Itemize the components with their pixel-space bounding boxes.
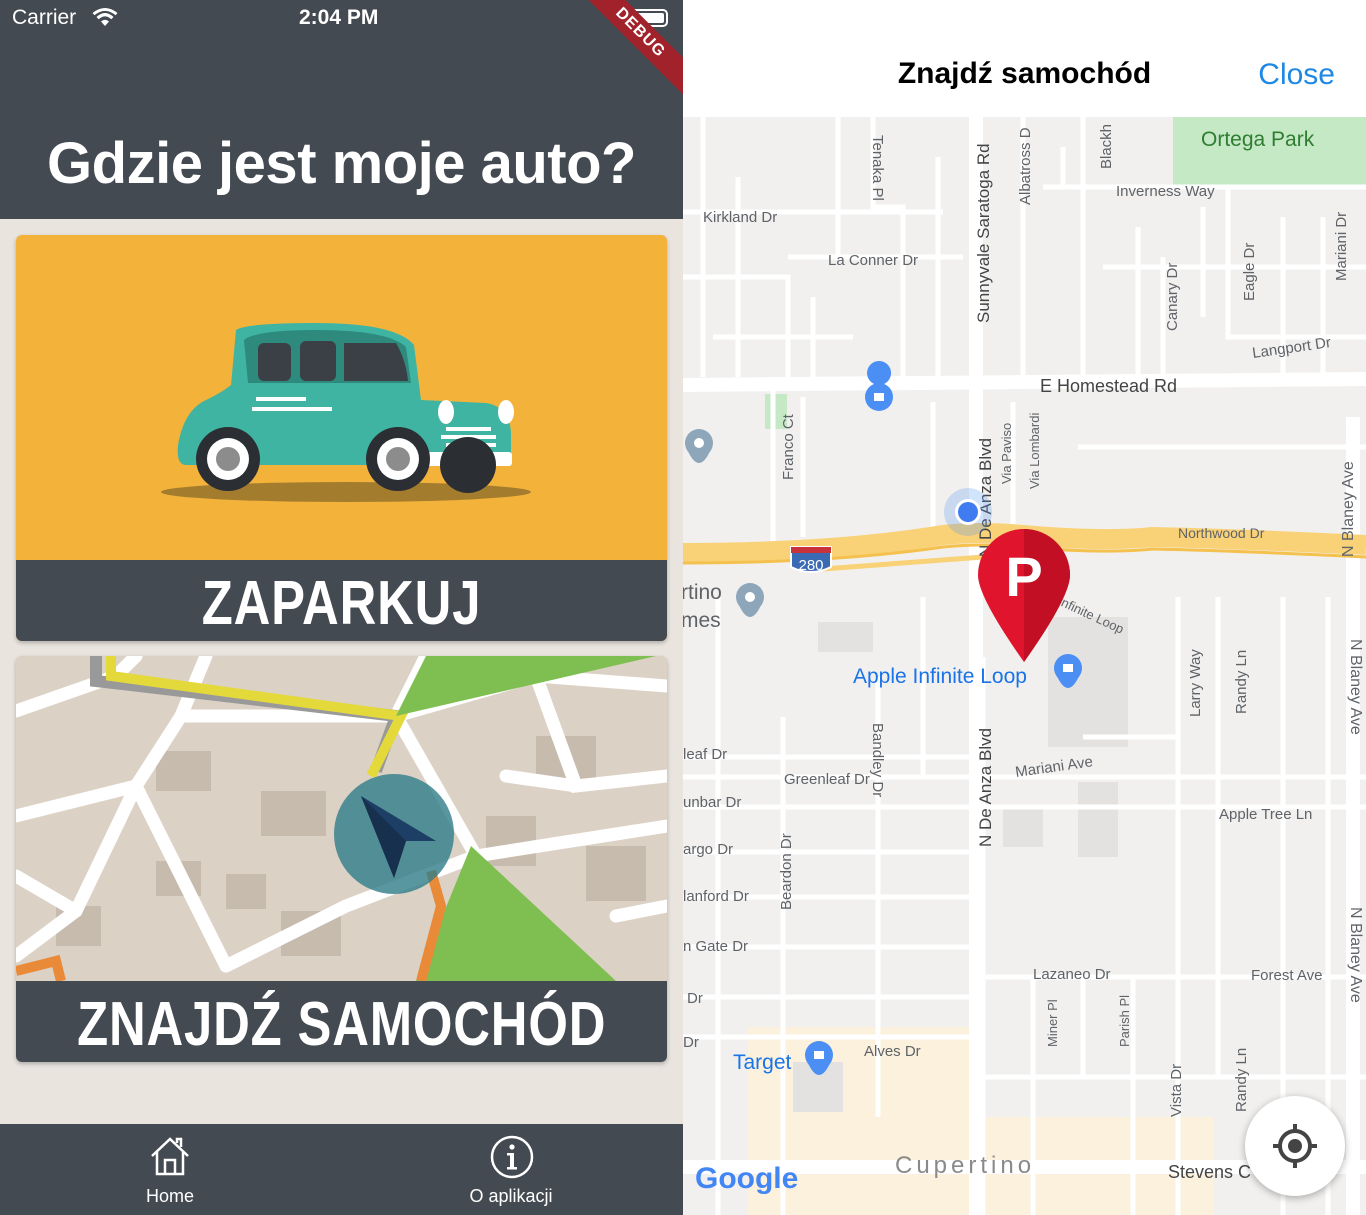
highway-280-shield: 280 [790,546,832,574]
svg-text:Vista Dr: Vista Dr [1168,1064,1185,1117]
svg-text:Apple Tree Ln: Apple Tree Ln [1219,806,1312,823]
svg-text:N Blaney Ave: N Blaney Ave [1347,907,1364,1003]
svg-text:N Blaney Ave: N Blaney Ave [1347,639,1364,735]
svg-text:N Blaney Ave: N Blaney Ave [1340,461,1357,557]
home-icon [151,1137,189,1176]
city-label: Cupertino [895,1152,1035,1179]
svg-text:Forest Ave: Forest Ave [1251,967,1322,984]
user-location-dot [944,488,992,536]
google-logo: Google [695,1162,798,1196]
svg-text:n Gate Dr: n Gate Dr [683,938,748,955]
svg-text:unbar Dr: unbar Dr [683,794,741,811]
svg-text:Northwood Dr: Northwood Dr [1178,525,1265,541]
svg-text:Bandley Dr: Bandley Dr [869,723,886,797]
bottom-tab-bar: Home O aplikacji [0,1124,683,1215]
app-header: Carrier 2:04 PM DEBUG Gdzie jest moje au… [0,0,683,219]
poi-apple-label[interactable]: Apple Infinite Loop [853,665,1027,688]
tab-about[interactable]: O aplikacji [411,1124,611,1215]
tab-home-label: Home [145,1186,194,1206]
map-view[interactable]: 280 Tenaka Pl Sunnyvale Saratoga Rd Alba… [683,117,1366,1215]
wifi-icon [92,8,118,26]
svg-text:P: P [1005,545,1042,608]
svg-text:Dr: Dr [683,1034,699,1051]
svg-text:Mariani Dr: Mariani Dr [1333,212,1350,281]
svg-text:Alves Dr: Alves Dr [864,1043,921,1060]
carrier-label: Carrier [12,6,77,29]
svg-text:leaf Dr: leaf Dr [683,746,727,763]
svg-text:Canary Dr: Canary Dr [1164,263,1181,331]
svg-text:Parish Pl: Parish Pl [1117,995,1132,1047]
crosshair-icon [1273,1124,1317,1168]
park-car-label: ZAPARKUJ SAMOCHÓD [16,560,667,641]
svg-text:Greenleaf Dr: Greenleaf Dr [784,771,870,788]
find-car-card[interactable]: ZNAJDŹ SAMOCHÓD [16,656,667,1062]
svg-text:Kirkland Dr: Kirkland Dr [703,209,777,226]
svg-text:Albatross D: Albatross D [1017,127,1034,205]
svg-text:Lazaneo Dr: Lazaneo Dr [1033,966,1111,983]
info-icon [490,1135,534,1179]
svg-text:Tenaka Pl: Tenaka Pl [869,135,886,201]
svg-text:rtino: rtino [683,581,722,604]
nav-bar: Znajdź samochód Close [683,0,1366,117]
status-time: 2:04 PM [299,6,379,29]
park-car-card[interactable]: ZAPARKUJ SAMOCHÓD [16,235,667,641]
find-car-screen: Znajdź samochód Close 280 Tenaka Pl Sunn… [683,0,1366,1215]
park-label: Ortega Park [1201,128,1315,151]
map-illustration [16,656,667,981]
find-car-label: ZNAJDŹ SAMOCHÓD [16,981,667,1062]
svg-text:Via Paviso: Via Paviso [999,423,1014,484]
svg-text:Stevens C: Stevens C [1168,1162,1251,1182]
close-button[interactable]: Close [1258,58,1335,92]
svg-text:E Homestead Rd: E Homestead Rd [1040,376,1177,396]
svg-text:lanford Dr: lanford Dr [683,888,749,905]
home-screen: Carrier 2:04 PM DEBUG Gdzie jest moje au… [0,0,683,1215]
google-logo-text: Google [695,1162,799,1195]
tab-about-label: O aplikacji [469,1186,553,1206]
car-illustration [161,323,531,502]
svg-text:Eagle Dr: Eagle Dr [1241,243,1258,301]
page-title: Gdzie jest moje auto? [47,131,636,196]
svg-text:Miner Pl: Miner Pl [1045,999,1060,1047]
svg-text:mes: mes [683,609,721,632]
poi-target-label[interactable]: Target [733,1051,792,1074]
svg-text:Beardon Dr: Beardon Dr [778,833,795,910]
svg-text:Inverness Way: Inverness Way [1116,183,1215,200]
svg-text:Via Lombardi: Via Lombardi [1027,413,1042,489]
svg-text:Dr: Dr [687,990,703,1007]
svg-text:argo Dr: argo Dr [683,841,733,858]
svg-text:Blackh: Blackh [1098,124,1115,169]
svg-text:Franco Ct: Franco Ct [780,413,797,480]
svg-text:Larry Way: Larry Way [1187,649,1204,717]
my-location-button[interactable] [1245,1096,1345,1196]
svg-text:Sunnyvale Saratoga Rd: Sunnyvale Saratoga Rd [974,143,993,323]
tab-home[interactable]: Home [70,1124,270,1215]
svg-text:280: 280 [798,557,823,574]
svg-text:Randy Ln: Randy Ln [1233,650,1250,714]
svg-text:La Conner Dr: La Conner Dr [828,252,918,269]
svg-text:N De Anza Blvd: N De Anza Blvd [976,728,995,847]
